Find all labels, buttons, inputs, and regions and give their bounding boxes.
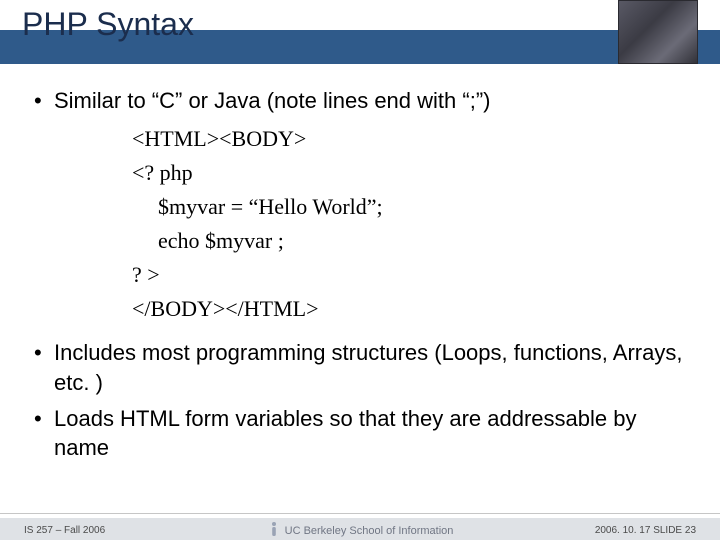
bullet-dot-icon — [34, 404, 54, 463]
footer: IS 257 – Fall 2006 UC Berkeley School of… — [0, 512, 720, 540]
footer-center-label: UC Berkeley School of Information — [285, 525, 454, 537]
slide-title: PHP Syntax — [22, 6, 194, 43]
bullet-dot-icon — [34, 338, 54, 397]
bullet-item: Includes most programming structures (Lo… — [34, 338, 686, 397]
footer-right-text: 2006. 10. 17 SLIDE 23 — [595, 525, 696, 536]
code-sample: <HTML><BODY> <? php $myvar = “Hello Worl… — [132, 122, 686, 327]
code-line: <HTML><BODY> — [132, 122, 686, 156]
title-bar: PHP Syntax — [0, 0, 720, 64]
info-logo-icon — [267, 521, 281, 537]
bullet-item: Similar to “C” or Java (note lines end w… — [34, 86, 686, 116]
code-line: <? php — [132, 156, 686, 190]
footer-divider — [0, 513, 720, 514]
code-line: </BODY></HTML> — [132, 292, 686, 326]
bullet-text: Loads HTML form variables so that they a… — [54, 404, 686, 463]
code-line: ? > — [132, 258, 686, 292]
bullet-text: Similar to “C” or Java (note lines end w… — [54, 86, 686, 116]
code-line: $myvar = “Hello World”; — [132, 190, 686, 224]
slide-body: Similar to “C” or Java (note lines end w… — [0, 64, 720, 463]
bullet-text: Includes most programming structures (Lo… — [54, 338, 686, 397]
bullet-dot-icon — [34, 86, 54, 116]
bullet-item: Loads HTML form variables so that they a… — [34, 404, 686, 463]
title-decorative-photo — [618, 0, 698, 64]
code-line: echo $myvar ; — [132, 224, 686, 258]
